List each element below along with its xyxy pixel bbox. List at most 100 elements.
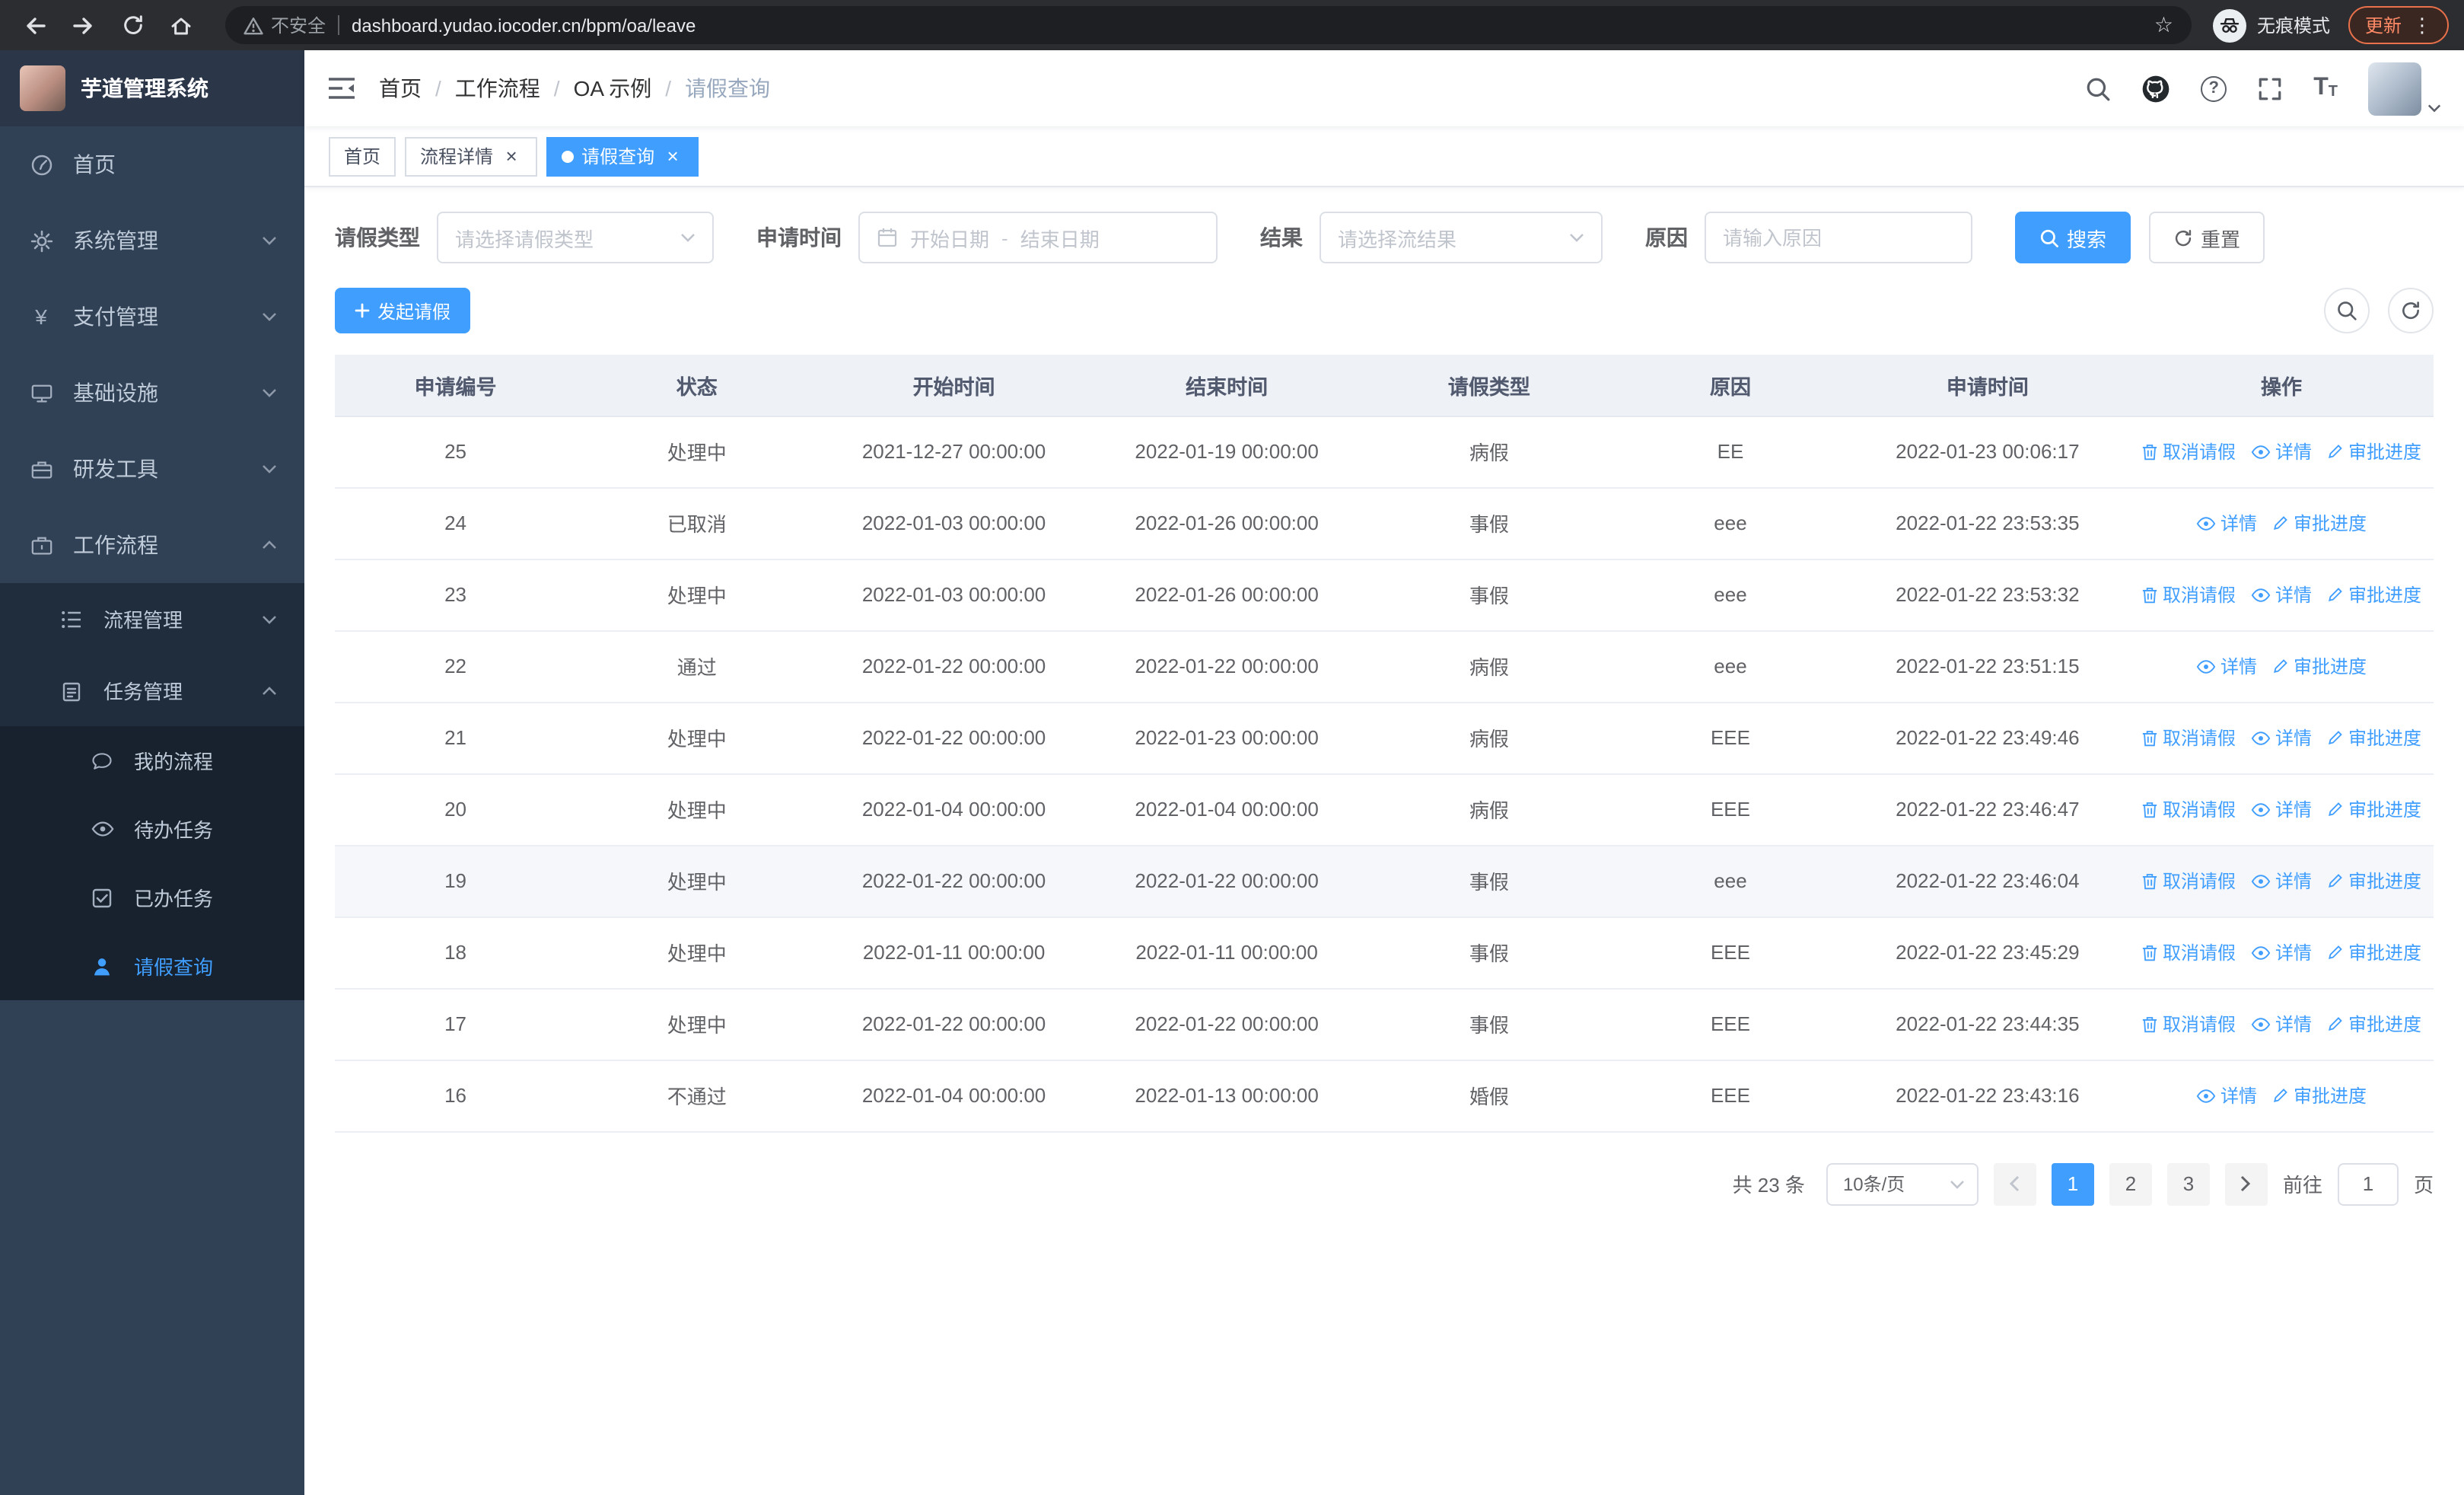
table-row[interactable]: 25 处理中 2021-12-27 00:00:00 2022-01-19 00… (335, 416, 2434, 488)
page-button-2[interactable]: 2 (2109, 1162, 2152, 1205)
approval-progress-link[interactable]: 审批进度 (2272, 510, 2367, 536)
approval-progress-link[interactable]: 审批进度 (2327, 438, 2421, 464)
user-menu[interactable] (2368, 62, 2441, 115)
table-row[interactable]: 21 处理中 2022-01-22 00:00:00 2022-01-23 00… (335, 702, 2434, 774)
create-leave-button[interactable]: 发起请假 (335, 288, 471, 333)
date-range-picker[interactable]: 开始日期 - 结束日期 (858, 212, 1218, 263)
sidebar-item-devtools[interactable]: 研发工具 (0, 431, 304, 507)
warning-icon (244, 17, 263, 34)
sidebar-item-payment[interactable]: ¥ 支付管理 (0, 279, 304, 355)
sidebar-item-infrastructure[interactable]: 基础设施 (0, 355, 304, 431)
top-navbar: 首页 / 工作流程 / OA 示例 / 请假查询 ? T T (304, 50, 2464, 126)
toggle-search-icon[interactable] (2324, 288, 2370, 333)
approval-progress-link[interactable]: 审批进度 (2327, 796, 2421, 822)
page-button-1[interactable]: 1 (2051, 1162, 2094, 1205)
home-icon[interactable] (161, 5, 201, 45)
detail-link[interactable]: 详情 (2251, 582, 2312, 607)
eye-icon (2196, 659, 2216, 673)
tab-leave-query[interactable]: 请假查询 × (546, 136, 699, 176)
approval-progress-link[interactable]: 审批进度 (2327, 1011, 2421, 1037)
url-text[interactable]: dashboard.yudao.iocoder.cn/bpm/oa/leave (352, 14, 2142, 36)
update-pill[interactable]: 更新 ⋮ (2348, 6, 2449, 44)
tab-process-detail[interactable]: 流程详情 × (405, 136, 538, 176)
help-icon[interactable]: ? (2201, 75, 2227, 101)
breadcrumb-oa-example[interactable]: OA 示例 (574, 73, 652, 104)
reason-input[interactable] (1705, 212, 1972, 263)
detail-link[interactable]: 详情 (2196, 653, 2257, 679)
sidebar-item-workflow[interactable]: 工作流程 (0, 507, 304, 583)
refresh-table-icon[interactable] (2388, 288, 2434, 333)
sidebar-fold-icon[interactable] (327, 76, 356, 100)
back-icon[interactable] (15, 5, 55, 45)
security-chip[interactable]: 不安全 (244, 12, 326, 38)
app-logo[interactable]: 芋道管理系统 (0, 50, 304, 126)
table-row[interactable]: 16 不通过 2022-01-04 00:00:00 2022-01-13 00… (335, 1060, 2434, 1132)
cancel-leave-link[interactable]: 取消请假 (2141, 796, 2236, 822)
sidebar-item-process-management[interactable]: 流程管理 (0, 583, 304, 655)
detail-link[interactable]: 详情 (2251, 725, 2312, 751)
cancel-leave-link[interactable]: 取消请假 (2141, 582, 2236, 607)
detail-link[interactable]: 详情 (2251, 868, 2312, 894)
approval-progress-link[interactable]: 审批进度 (2272, 1082, 2367, 1108)
detail-link[interactable]: 详情 (2251, 438, 2312, 464)
close-icon[interactable]: × (501, 145, 522, 167)
search-icon[interactable] (2085, 75, 2111, 101)
prev-page-button[interactable] (1993, 1162, 2036, 1205)
cancel-leave-link[interactable]: 取消请假 (2141, 1011, 2236, 1037)
result-select[interactable]: 请选择流结果 (1320, 212, 1603, 263)
search-button[interactable]: 搜索 (2015, 212, 2131, 263)
pen-icon (2329, 731, 2342, 744)
refresh-icon[interactable] (113, 5, 152, 45)
page-size-select[interactable]: 10条/页 (1826, 1162, 1979, 1205)
sidebar-item-task-management[interactable]: 任务管理 (0, 655, 304, 726)
sidebar-item-todo-tasks[interactable]: 待办任务 (0, 795, 304, 863)
breadcrumb-home[interactable]: 首页 (379, 73, 422, 104)
detail-link[interactable]: 详情 (2196, 1082, 2257, 1108)
bookmark-star-icon[interactable]: ☆ (2154, 12, 2173, 38)
approval-progress-link[interactable]: 审批进度 (2327, 868, 2421, 894)
approval-progress-link[interactable]: 审批进度 (2272, 653, 2367, 679)
table-row[interactable]: 17 处理中 2022-01-22 00:00:00 2022-01-22 00… (335, 988, 2434, 1060)
sidebar-item-home[interactable]: 首页 (0, 126, 304, 202)
table-row[interactable]: 19 处理中 2022-01-22 00:00:00 2022-01-22 00… (335, 845, 2434, 917)
page-button-3[interactable]: 3 (2166, 1162, 2210, 1205)
table-row[interactable]: 20 处理中 2022-01-04 00:00:00 2022-01-04 00… (335, 773, 2434, 846)
close-icon[interactable]: × (662, 145, 683, 167)
approval-progress-link[interactable]: 审批进度 (2327, 939, 2421, 965)
reset-button[interactable]: 重置 (2149, 212, 2265, 263)
cancel-leave-link[interactable]: 取消请假 (2141, 725, 2236, 751)
sidebar-item-system[interactable]: 系统管理 (0, 202, 304, 279)
detail-link[interactable]: 详情 (2251, 1011, 2312, 1037)
detail-link[interactable]: 详情 (2251, 796, 2312, 822)
approval-progress-link[interactable]: 审批进度 (2327, 725, 2421, 751)
font-size-icon[interactable]: TT (2313, 75, 2338, 100)
sidebar-item-my-process[interactable]: 我的流程 (0, 726, 304, 795)
cell-status: 处理中 (576, 916, 818, 989)
leave-type-select[interactable]: 请选择请假类型 (437, 212, 714, 263)
detail-link[interactable]: 详情 (2196, 510, 2257, 536)
tab-home[interactable]: 首页 (329, 136, 396, 176)
approval-progress-link[interactable]: 审批进度 (2327, 582, 2421, 607)
breadcrumb-workflow[interactable]: 工作流程 (455, 73, 540, 104)
sidebar-item-leave-query[interactable]: 请假查询 (0, 932, 304, 1000)
table-row[interactable]: 23 处理中 2022-01-03 00:00:00 2022-01-26 00… (335, 559, 2434, 631)
cell-reason: eee (1615, 630, 1846, 703)
end-date-placeholder[interactable]: 结束日期 (1020, 223, 1100, 252)
table-row[interactable]: 24 已取消 2022-01-03 00:00:00 2022-01-26 00… (335, 487, 2434, 559)
fullscreen-icon[interactable] (2257, 75, 2283, 101)
browser-menu-icon[interactable]: ⋮ (2412, 15, 2432, 35)
table-row[interactable]: 18 处理中 2022-01-11 00:00:00 2022-01-11 00… (335, 916, 2434, 989)
goto-page-input[interactable] (2337, 1162, 2399, 1205)
forward-icon[interactable] (64, 5, 103, 45)
detail-link[interactable]: 详情 (2251, 939, 2312, 965)
omnibox[interactable]: 不安全 dashboard.yudao.iocoder.cn/bpm/oa/le… (225, 6, 2192, 44)
table-row[interactable]: 22 通过 2022-01-22 00:00:00 2022-01-22 00:… (335, 630, 2434, 703)
cancel-leave-link[interactable]: 取消请假 (2141, 438, 2236, 464)
sidebar-item-done-tasks[interactable]: 已办任务 (0, 863, 304, 932)
next-page-button[interactable] (2224, 1162, 2268, 1205)
app-title: 芋道管理系统 (81, 76, 209, 100)
start-date-placeholder[interactable]: 开始日期 (910, 223, 989, 252)
github-icon[interactable] (2141, 74, 2170, 103)
cancel-leave-link[interactable]: 取消请假 (2141, 939, 2236, 965)
cancel-leave-link[interactable]: 取消请假 (2141, 868, 2236, 894)
